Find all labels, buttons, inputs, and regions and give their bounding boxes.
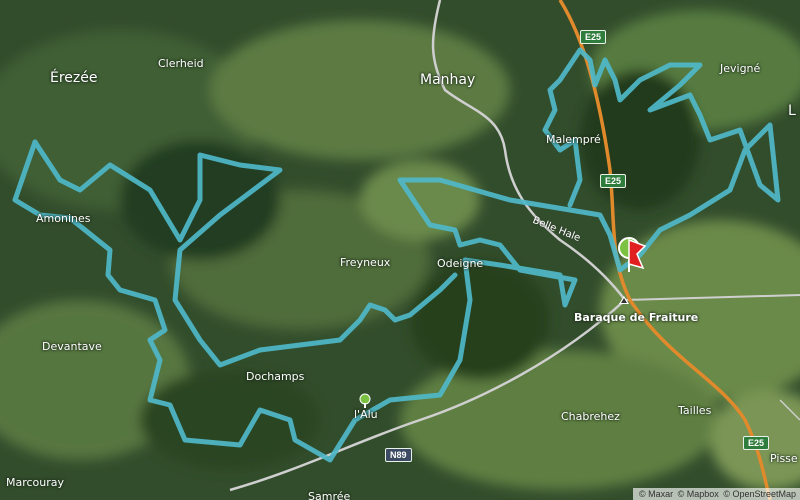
attribution-maxar[interactable]: © Maxar — [639, 489, 673, 499]
place-label: Tailles — [678, 404, 712, 417]
road-shield: E25 — [600, 174, 627, 188]
attribution-mapbox[interactable]: © Mapbox — [678, 489, 719, 499]
place-label: Odeigne — [437, 257, 484, 270]
place-label: Samrée — [308, 490, 351, 500]
place-label: L — [788, 103, 796, 119]
place-label: Pisse — [770, 452, 798, 465]
place-label: Clerheid — [158, 57, 204, 70]
place-label: Malempré — [546, 133, 601, 146]
road-shield: E25 — [580, 30, 607, 44]
map-view[interactable]: Érezée Clerheid Manhay Jevigné L Malempr… — [0, 0, 800, 500]
place-label: Marcouray — [6, 476, 65, 489]
place-label: Devantave — [42, 340, 102, 353]
road-shield: E25 — [743, 436, 770, 450]
attribution-osm[interactable]: © OpenStreetMap — [723, 489, 796, 499]
road-shield: N89 — [385, 448, 412, 462]
satellite-basemap — [0, 0, 800, 500]
place-label: Jevigné — [720, 62, 761, 75]
map-attribution[interactable]: © Maxar © Mapbox © OpenStreetMap — [633, 488, 800, 500]
place-label: Dochamps — [246, 370, 305, 383]
place-label: Érezée — [50, 70, 98, 86]
place-label: Freyneux — [340, 256, 391, 269]
place-label: Manhay — [420, 72, 476, 88]
start-flag-marker-icon[interactable] — [617, 236, 651, 276]
place-label: Amonines — [36, 212, 91, 225]
tree-poi-icon[interactable] — [356, 392, 374, 410]
place-label: Baraque de Fraiture — [574, 311, 699, 324]
place-label: Chabrehez — [561, 410, 620, 423]
